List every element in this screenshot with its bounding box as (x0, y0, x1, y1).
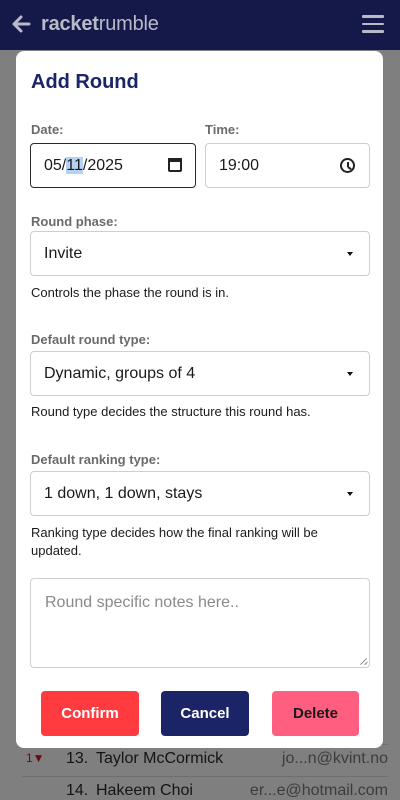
cancel-button[interactable]: Cancel (161, 691, 249, 736)
rank-number: 14. (66, 782, 89, 799)
ranking-type-label: Default ranking type: (31, 452, 161, 467)
list-item: 1▼ 13. Taylor McCormick jo...n@kvint.no (22, 744, 388, 774)
player-email: jo...n@kvint.no (281, 750, 388, 767)
ranking-type-help: Ranking type decides how the final ranki… (31, 525, 318, 558)
background-player-list: 1▼ 13. Taylor McCormick jo...n@kvint.no … (0, 744, 400, 800)
modal-title: Add Round (31, 71, 139, 93)
rank-number: 13. (66, 750, 89, 767)
clock-icon[interactable] (340, 158, 355, 173)
notes-placeholder: Round specific notes here.. (45, 594, 239, 611)
time-value: 19:00 (219, 157, 260, 174)
delete-button[interactable]: Delete (272, 691, 359, 736)
add-round-modal: Add Round Date: 05/11/2025 Time: 19:00 R… (16, 51, 383, 748)
time-input[interactable]: 19:00 (205, 143, 370, 188)
calendar-icon[interactable] (168, 158, 182, 172)
date-value: 05/11/2025 (44, 157, 123, 174)
player-name: Taylor McCormick (96, 750, 224, 767)
player-name: Hakeem Choi (96, 782, 193, 799)
ranking-type-select[interactable]: 1 down, 1 down, stays (30, 471, 370, 516)
round-phase-select[interactable]: Invite (30, 231, 370, 276)
time-label: Time: (205, 122, 240, 137)
round-type-label: Default round type: (31, 332, 151, 347)
confirm-button[interactable]: Confirm (41, 691, 139, 736)
app-logo[interactable]: racketrumble (41, 13, 159, 36)
chevron-down-icon (347, 492, 353, 496)
rank-trend-badge: 1▼ (26, 751, 45, 765)
list-item: 14. Hakeem Choi er...e@hotmail.com (22, 776, 388, 800)
app-header: racketrumble (0, 0, 400, 50)
chevron-down-icon (347, 372, 353, 376)
round-type-help: Round type decides the structure this ro… (31, 404, 311, 419)
hamburger-menu-icon[interactable] (362, 15, 384, 35)
date-input[interactable]: 05/11/2025 (30, 143, 196, 188)
round-notes-textarea[interactable]: Round specific notes here.. (30, 578, 370, 668)
resize-handle-icon[interactable] (359, 657, 367, 665)
round-type-select[interactable]: Dynamic, groups of 4 (30, 351, 370, 396)
chevron-down-icon (347, 252, 353, 256)
round-phase-label: Round phase: (31, 214, 118, 229)
player-email: er...e@hotmail.com (249, 782, 388, 799)
back-arrow-icon[interactable] (10, 10, 32, 38)
date-label: Date: (31, 122, 64, 137)
round-phase-help: Controls the phase the round is in. (31, 285, 230, 300)
